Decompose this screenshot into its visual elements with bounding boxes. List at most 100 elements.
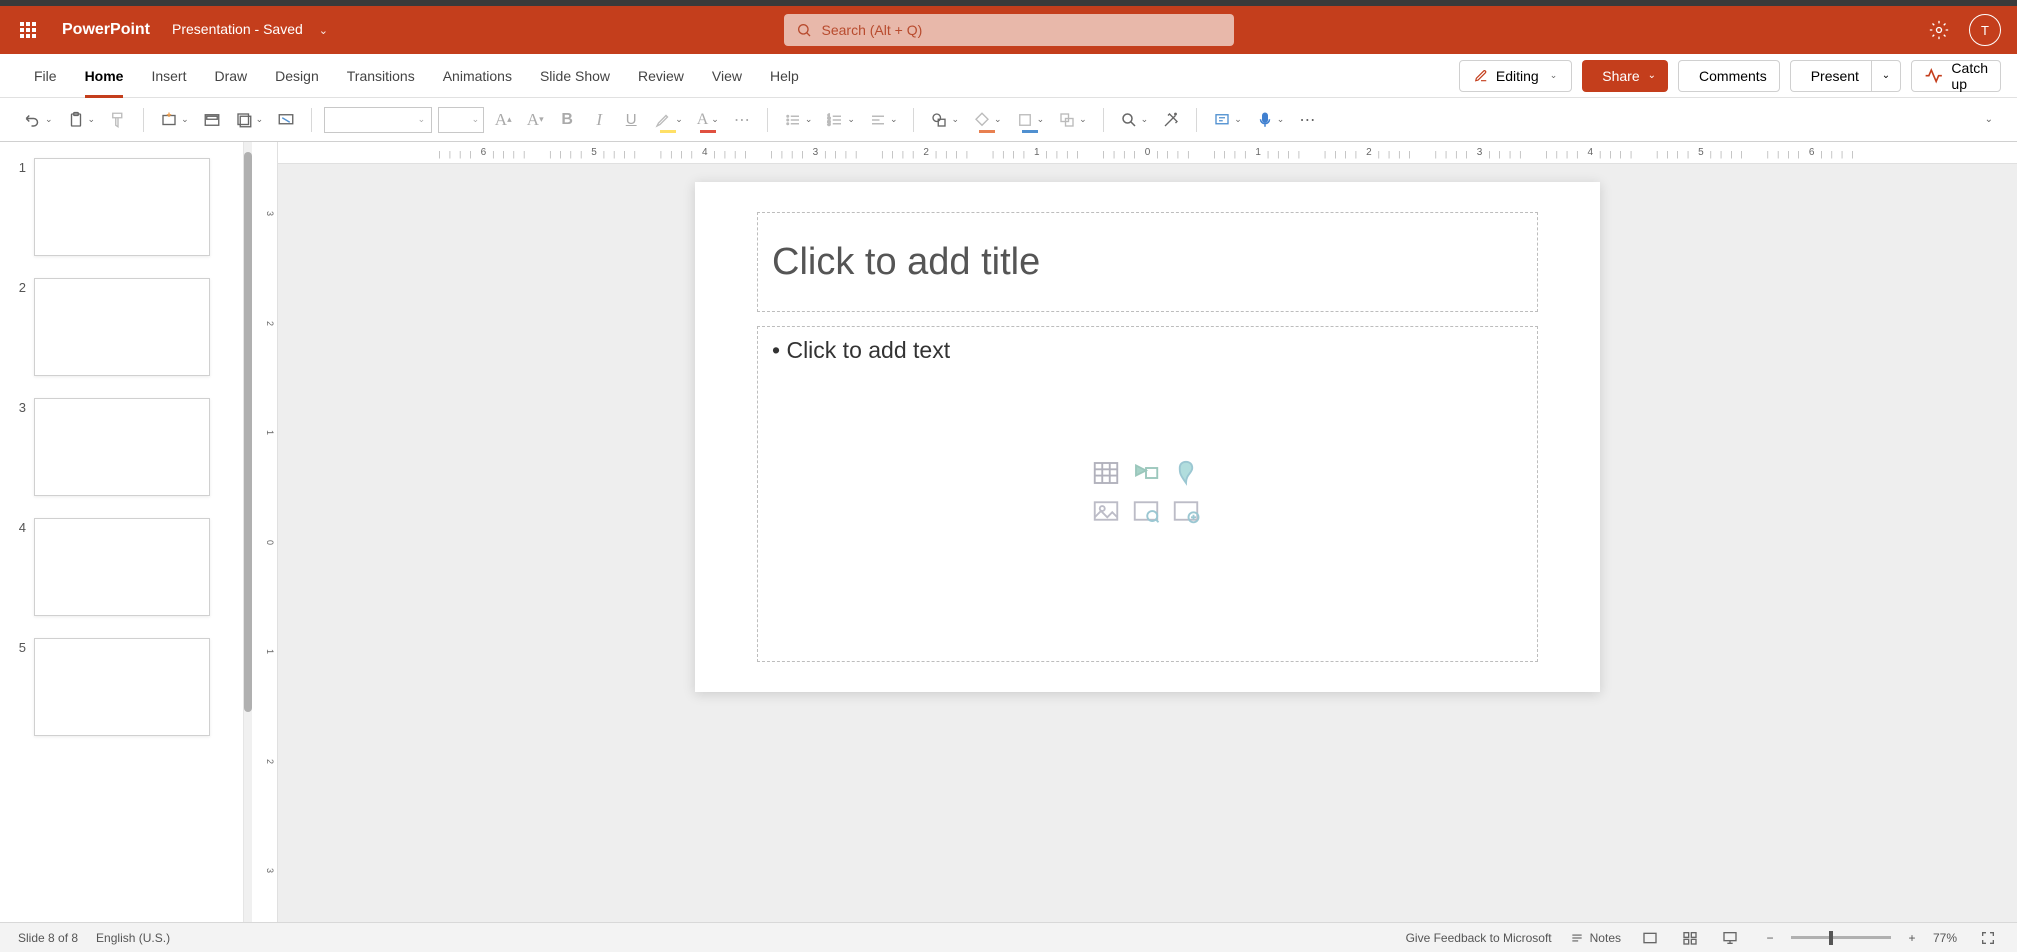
slide-info[interactable]: Slide 8 of 8	[18, 931, 78, 945]
tab-file[interactable]: File	[20, 54, 71, 98]
thumb-number: 3	[10, 398, 26, 415]
numbering-button[interactable]: 123⌄	[822, 105, 859, 135]
avatar[interactable]: T	[1969, 14, 2001, 46]
bullets-button[interactable]: ⌄	[780, 105, 817, 135]
thumb-number: 5	[10, 638, 26, 655]
ribbon-toolbar: ⌄ ⌄ ⌄ ⌄ ⌄ ⌄ A▴ A▾ B I U ⌄ A⌄ ⋯ ⌄ 123⌄ ⌄ …	[0, 98, 2017, 142]
increase-font-button[interactable]: A▴	[490, 105, 516, 135]
app-launcher-icon[interactable]	[12, 14, 44, 46]
find-button[interactable]: ⌄	[1116, 105, 1153, 135]
editing-mode-button[interactable]: Editing ⌄	[1459, 60, 1572, 92]
insert-online-picture-icon[interactable]	[1131, 497, 1161, 525]
insert-video-icon[interactable]	[1171, 497, 1201, 525]
dictate-button[interactable]: ⌄	[1252, 105, 1289, 135]
zoom-out-button[interactable]: −	[1759, 927, 1781, 949]
zoom-in-button[interactable]: +	[1901, 927, 1923, 949]
undo-button[interactable]: ⌄	[20, 105, 57, 135]
chevron-down-icon: ⌄	[1648, 70, 1656, 81]
ruler-vertical: 3 2 1 0 1 2 3	[252, 142, 278, 922]
app-name: PowerPoint	[62, 21, 150, 39]
slide-thumbnail[interactable]	[34, 638, 210, 736]
doc-title[interactable]: Presentation - Saved	[172, 21, 303, 39]
thumb-number: 1	[10, 158, 26, 175]
content-placeholder[interactable]: Click to add text	[757, 326, 1538, 662]
fit-to-window-button[interactable]	[1977, 927, 1999, 949]
tab-insert[interactable]: Insert	[137, 54, 200, 98]
font-color-button[interactable]: A⌄	[693, 105, 723, 135]
highlight-button[interactable]: ⌄	[650, 105, 687, 135]
title-placeholder[interactable]: Click to add title	[757, 212, 1538, 312]
slide-thumbnail[interactable]	[34, 158, 210, 256]
designer-button[interactable]	[1158, 105, 1184, 135]
sorter-view-button[interactable]	[1679, 927, 1701, 949]
titlebar: PowerPoint Presentation - Saved ⌄ Search…	[0, 6, 2017, 54]
insert-picture-icon[interactable]	[1091, 497, 1121, 525]
shapes-button[interactable]: ⌄	[926, 105, 963, 135]
divider	[913, 108, 914, 132]
insert-icon-icon[interactable]	[1171, 459, 1201, 487]
format-painter-button[interactable]	[105, 105, 131, 135]
zoom-value[interactable]: 77%	[1933, 931, 1967, 945]
content-insert-icons	[1091, 459, 1205, 529]
tab-animations[interactable]: Animations	[429, 54, 526, 98]
tab-design[interactable]: Design	[261, 54, 333, 98]
italic-button[interactable]: I	[586, 105, 612, 135]
tab-help[interactable]: Help	[756, 54, 813, 98]
main-area: 1 2 3 4 5 3 2 1 0 1 2 3	[0, 142, 2017, 922]
share-button[interactable]: Share ⌄	[1582, 60, 1668, 92]
tab-draw[interactable]: Draw	[200, 54, 261, 98]
comments-button[interactable]: Comments	[1678, 60, 1780, 92]
decrease-font-button[interactable]: A▾	[522, 105, 548, 135]
divider	[311, 108, 312, 132]
notes-button[interactable]: Notes	[1570, 931, 1621, 945]
insert-smartart-icon[interactable]	[1131, 459, 1161, 487]
slideshow-view-button[interactable]	[1719, 927, 1741, 949]
display-settings-button[interactable]	[273, 105, 299, 135]
slide-thumbnail[interactable]	[34, 518, 210, 616]
underline-button[interactable]: U	[618, 105, 644, 135]
slide-layout-button[interactable]	[199, 105, 225, 135]
normal-view-button[interactable]	[1639, 927, 1661, 949]
present-dropdown[interactable]: ⌄	[1871, 60, 1901, 92]
thumb-number: 2	[10, 278, 26, 295]
bold-button[interactable]: B	[554, 105, 580, 135]
insert-table-icon[interactable]	[1091, 459, 1121, 487]
scrollbar-vertical[interactable]	[244, 142, 252, 922]
thumb-number: 4	[10, 518, 26, 535]
paste-button[interactable]: ⌄	[63, 105, 100, 135]
reuse-slides-button[interactable]: ⌄	[231, 105, 268, 135]
new-slide-button[interactable]: ⌄	[156, 105, 193, 135]
slide-thumbnail[interactable]	[34, 398, 210, 496]
tab-review[interactable]: Review	[624, 54, 698, 98]
feedback-link[interactable]: Give Feedback to Microsoft	[1406, 931, 1552, 945]
design-ideas-button[interactable]: ⌄	[1209, 105, 1246, 135]
tab-transitions[interactable]: Transitions	[333, 54, 429, 98]
notes-icon	[1570, 931, 1584, 945]
present-button[interactable]: Present	[1790, 60, 1871, 92]
align-button[interactable]: ⌄	[865, 105, 902, 135]
tab-slideshow[interactable]: Slide Show	[526, 54, 624, 98]
shape-outline-button[interactable]: ⌄	[1012, 105, 1049, 135]
slide-stage[interactable]: Click to add title Click to add text	[278, 164, 2017, 922]
chevron-down-icon: ⌄	[1550, 70, 1558, 81]
language-status[interactable]: English (U.S.)	[96, 931, 170, 945]
tab-view[interactable]: View	[698, 54, 756, 98]
font-name-select[interactable]: ⌄	[324, 107, 432, 133]
slide-thumbnail[interactable]	[34, 278, 210, 376]
doc-title-text: Presentation	[172, 21, 251, 37]
svg-text:3: 3	[828, 121, 831, 127]
search-input[interactable]: Search (Alt + Q)	[784, 14, 1234, 46]
ribbon-collapse-icon[interactable]: ⌄	[1981, 110, 1997, 129]
slide-canvas[interactable]: Click to add title Click to add text	[695, 182, 1600, 692]
shape-fill-button[interactable]: ⌄	[969, 105, 1006, 135]
title-placeholder-text: Click to add title	[772, 241, 1040, 284]
zoom-slider[interactable]	[1791, 936, 1891, 939]
tab-home[interactable]: Home	[71, 54, 138, 98]
arrange-button[interactable]: ⌄	[1054, 105, 1091, 135]
gear-icon[interactable]	[1929, 20, 1949, 40]
title-chevron-icon[interactable]: ⌄	[319, 24, 328, 37]
catchup-button[interactable]: Catch up	[1911, 60, 2001, 92]
more-font-button[interactable]: ⋯	[729, 105, 755, 135]
font-size-select[interactable]: ⌄	[438, 107, 484, 133]
more-commands-button[interactable]: ⋯	[1294, 105, 1320, 135]
